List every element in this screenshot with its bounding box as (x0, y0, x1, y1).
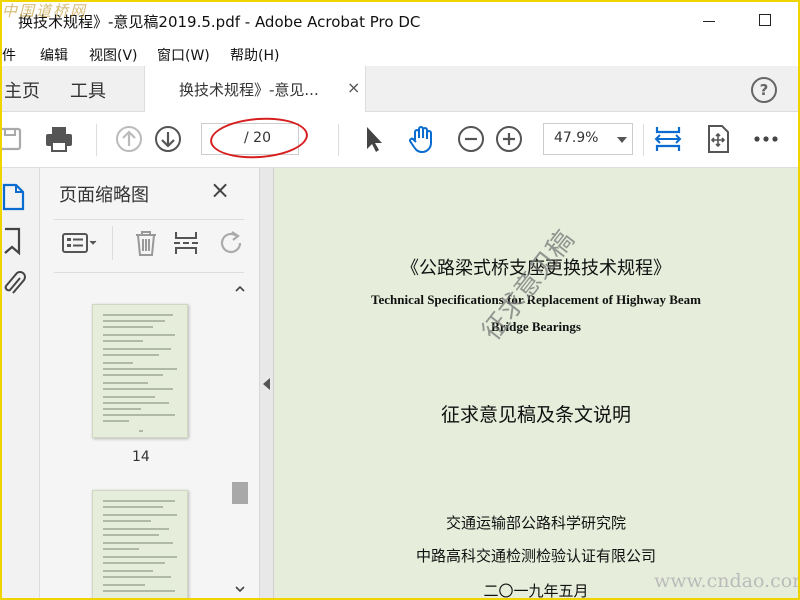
zoom-in-icon[interactable] (493, 123, 525, 155)
scroll-up-icon[interactable] (235, 284, 245, 294)
toolbar-separator (338, 124, 339, 156)
chevron-down-icon (617, 137, 627, 143)
document-page[interactable]: 《公路梁式桥支座更换技术规程》 Technical Specifications… (274, 168, 798, 600)
delete-icon[interactable] (131, 228, 161, 258)
page-thumbnail[interactable] (92, 304, 188, 438)
zoom-level-select[interactable]: 47.9% (543, 123, 633, 155)
thumbnail-scrollbar[interactable] (232, 282, 248, 600)
panel-divider (54, 219, 244, 220)
print-icon[interactable] (43, 123, 75, 155)
thumbnail-options-icon[interactable] (60, 228, 100, 258)
menu-view[interactable]: 视图(V) (89, 45, 138, 65)
zoom-level-value: 47.9% (554, 130, 599, 146)
toolbar-separator (643, 124, 644, 156)
tab-document[interactable]: 换技术规程》-意见... × (144, 66, 366, 112)
thumbnails-panel: 页面缩略图 × 14 (40, 168, 260, 600)
next-page-icon[interactable] (152, 123, 184, 155)
select-arrow-icon[interactable] (357, 123, 389, 155)
page-thumbnails-icon[interactable] (2, 182, 28, 212)
title-bar: 中国道桥网 换技术规程》-意见稿2019.5.pdf - Adobe Acrob… (0, 0, 800, 42)
hand-icon[interactable] (406, 123, 438, 155)
tab-tools[interactable]: 工具 (70, 77, 106, 103)
doc-org-2: 中路高科交通检测检验认证有限公司 (415, 547, 656, 565)
maximize-button[interactable] (756, 10, 776, 30)
tab-close-icon[interactable]: × (347, 78, 360, 97)
prev-page-icon[interactable] (113, 123, 145, 155)
panel-title: 页面缩略图 (59, 185, 149, 206)
menu-help[interactable]: 帮助(H) (230, 45, 279, 65)
collapse-left-icon[interactable] (263, 378, 270, 390)
menu-edit[interactable]: 编辑 (40, 45, 68, 65)
close-icon[interactable]: × (210, 178, 230, 202)
help-icon[interactable]: ? (751, 77, 777, 103)
bookmark-icon[interactable] (2, 226, 28, 256)
tab-home[interactable]: 主页 (4, 77, 40, 103)
tabs-row: 主页 工具 换技术规程》-意见... × ? (0, 66, 800, 112)
left-nav-rail (0, 168, 40, 600)
doc-org-1: 交通运输部公路科学研究院 (445, 514, 626, 532)
scroll-down-icon[interactable] (235, 584, 245, 594)
toolbar-separator (96, 124, 97, 156)
zoom-out-icon[interactable] (455, 123, 487, 155)
menu-window[interactable]: 窗口(W) (157, 45, 210, 65)
toolbar-separator (112, 226, 113, 260)
toolbar: / 20 47.9% (0, 112, 800, 168)
minimize-button[interactable] (700, 10, 720, 30)
crop-page-icon[interactable] (171, 228, 201, 258)
panel-divider (54, 272, 244, 273)
doc-en-title-line2: Bridge Bearings (491, 319, 581, 334)
doc-subtitle: 征求意见稿及条文说明 (440, 404, 631, 426)
tab-document-label: 换技术规程》-意见... (179, 81, 319, 99)
scrollbar-thumb[interactable] (232, 482, 248, 504)
menu-bar: 件 编辑 视图(V) 窗口(W) 帮助(H) (0, 42, 800, 66)
page-thumbnail[interactable] (92, 490, 188, 600)
fit-width-icon[interactable] (652, 123, 684, 155)
site-logo-watermark: 中国道桥网 (2, 2, 88, 20)
thumbnail-page-label: 14 (132, 449, 150, 465)
more-icon[interactable] (750, 123, 782, 155)
save-icon[interactable] (0, 123, 26, 155)
attachment-icon[interactable] (2, 268, 28, 298)
rotate-icon[interactable] (216, 228, 246, 258)
fit-page-icon[interactable] (702, 123, 734, 155)
site-watermark: www.cndao.com (654, 570, 800, 592)
menu-file[interactable]: 件 (2, 45, 16, 65)
collapse-panel-strip[interactable] (260, 168, 274, 600)
